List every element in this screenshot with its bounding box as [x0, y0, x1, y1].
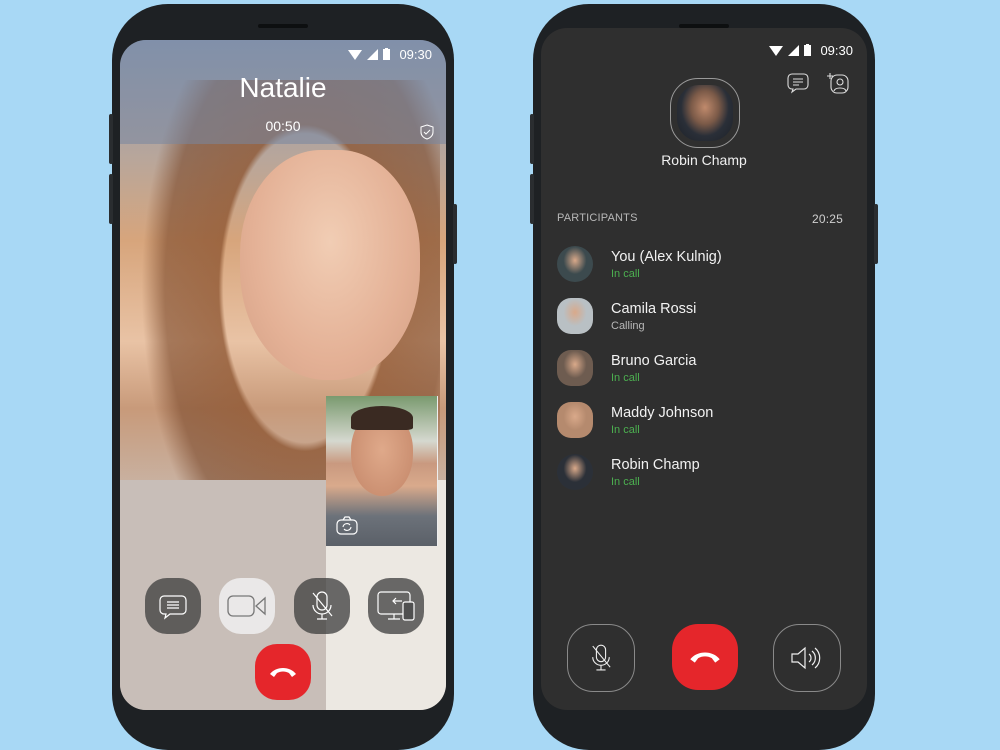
- volume-button: [109, 114, 113, 164]
- participant-status: In call: [611, 423, 640, 436]
- volume-button: [530, 114, 534, 164]
- participant-status: In call: [611, 475, 640, 488]
- shield-check-icon[interactable]: [420, 124, 434, 140]
- status-bar: 09:30: [769, 40, 853, 60]
- participant-name: Bruno Garcia: [611, 352, 697, 369]
- speaker-button[interactable]: [773, 624, 841, 692]
- video-face: [240, 150, 420, 380]
- speaker-icon: [791, 646, 821, 670]
- earpiece: [258, 24, 308, 28]
- top-actions: [787, 72, 849, 94]
- volume-button: [109, 174, 113, 224]
- group-call-screen: 09:30 Robin Champ PARTICIPANTS 20:25 You…: [541, 28, 867, 710]
- participant-avatar: [557, 246, 593, 282]
- wifi-icon: [769, 45, 784, 56]
- participant-row[interactable]: Bruno Garcia In call: [557, 342, 851, 394]
- active-speaker-photo: [677, 85, 733, 141]
- participant-name: Robin Champ: [611, 456, 700, 473]
- switch-camera-icon[interactable]: [336, 516, 358, 536]
- battery-icon: [383, 48, 391, 60]
- add-user-icon: [827, 73, 849, 94]
- status-time: 09:30: [820, 42, 853, 58]
- call-timer: 00:50: [265, 118, 301, 134]
- mic-off-icon: [592, 644, 611, 671]
- active-speaker-avatar[interactable]: [670, 78, 740, 148]
- participant-name: You (Alex Kulnig): [611, 248, 722, 265]
- participant-status: In call: [611, 267, 640, 280]
- participant-avatar: [557, 454, 593, 490]
- battery-icon: [804, 44, 812, 56]
- chat-button[interactable]: [145, 578, 201, 634]
- participant-row[interactable]: Camila Rossi Calling: [557, 290, 851, 342]
- active-speaker-name: Robin Champ: [661, 152, 747, 168]
- participant-name: Camila Rossi: [611, 300, 697, 317]
- phone-hangup-icon: [690, 652, 720, 663]
- video-camera-icon: [227, 595, 266, 617]
- mic-off-icon: [312, 591, 333, 620]
- volume-button: [530, 174, 534, 224]
- phone-left: 09:30 Natalie 00:50: [109, 4, 457, 750]
- status-time: 09:30: [399, 46, 432, 62]
- transfer-call-button[interactable]: [368, 578, 424, 634]
- participant-row[interactable]: Robin Champ In call: [557, 446, 851, 498]
- status-bar: 09:30: [348, 44, 432, 64]
- add-participant-button[interactable]: [827, 72, 849, 94]
- signal-icon: [788, 44, 800, 56]
- transfer-to-device-icon: [377, 591, 415, 621]
- power-button: [453, 204, 457, 264]
- chat-button[interactable]: [787, 72, 809, 94]
- participants-header: PARTICIPANTS 20:25: [557, 212, 843, 226]
- participant-avatar: [557, 298, 593, 334]
- chat-bubble-icon: [787, 73, 809, 94]
- participants-label: PARTICIPANTS: [557, 212, 638, 224]
- participant-avatar: [557, 350, 593, 386]
- caller-name: Natalie: [239, 72, 327, 103]
- mute-button[interactable]: [294, 578, 350, 634]
- participant-status: In call: [611, 371, 640, 384]
- video-call-screen: 09:30 Natalie 00:50: [120, 40, 446, 710]
- end-call-button[interactable]: [672, 624, 738, 690]
- power-button: [874, 204, 878, 264]
- call-duration: 20:25: [811, 212, 843, 226]
- self-view[interactable]: [326, 396, 438, 546]
- end-call-button[interactable]: [255, 644, 311, 700]
- mute-button[interactable]: [567, 624, 635, 692]
- participant-row[interactable]: Maddy Johnson In call: [557, 394, 851, 446]
- participant-row[interactable]: You (Alex Kulnig) In call: [557, 238, 851, 290]
- video-toggle-button[interactable]: [219, 578, 275, 634]
- participant-list: You (Alex Kulnig) In call Camila Rossi C…: [557, 238, 851, 498]
- participant-name: Maddy Johnson: [611, 404, 714, 421]
- participant-status: Calling: [611, 319, 645, 332]
- phone-right: 09:30 Robin Champ PARTICIPANTS 20:25 You…: [530, 4, 878, 750]
- phone-hangup-icon: [270, 668, 296, 677]
- self-view-hair: [351, 406, 413, 430]
- chat-bubble-icon: [159, 595, 187, 620]
- participant-avatar: [557, 402, 593, 438]
- wifi-icon: [348, 49, 363, 60]
- signal-icon: [367, 48, 379, 60]
